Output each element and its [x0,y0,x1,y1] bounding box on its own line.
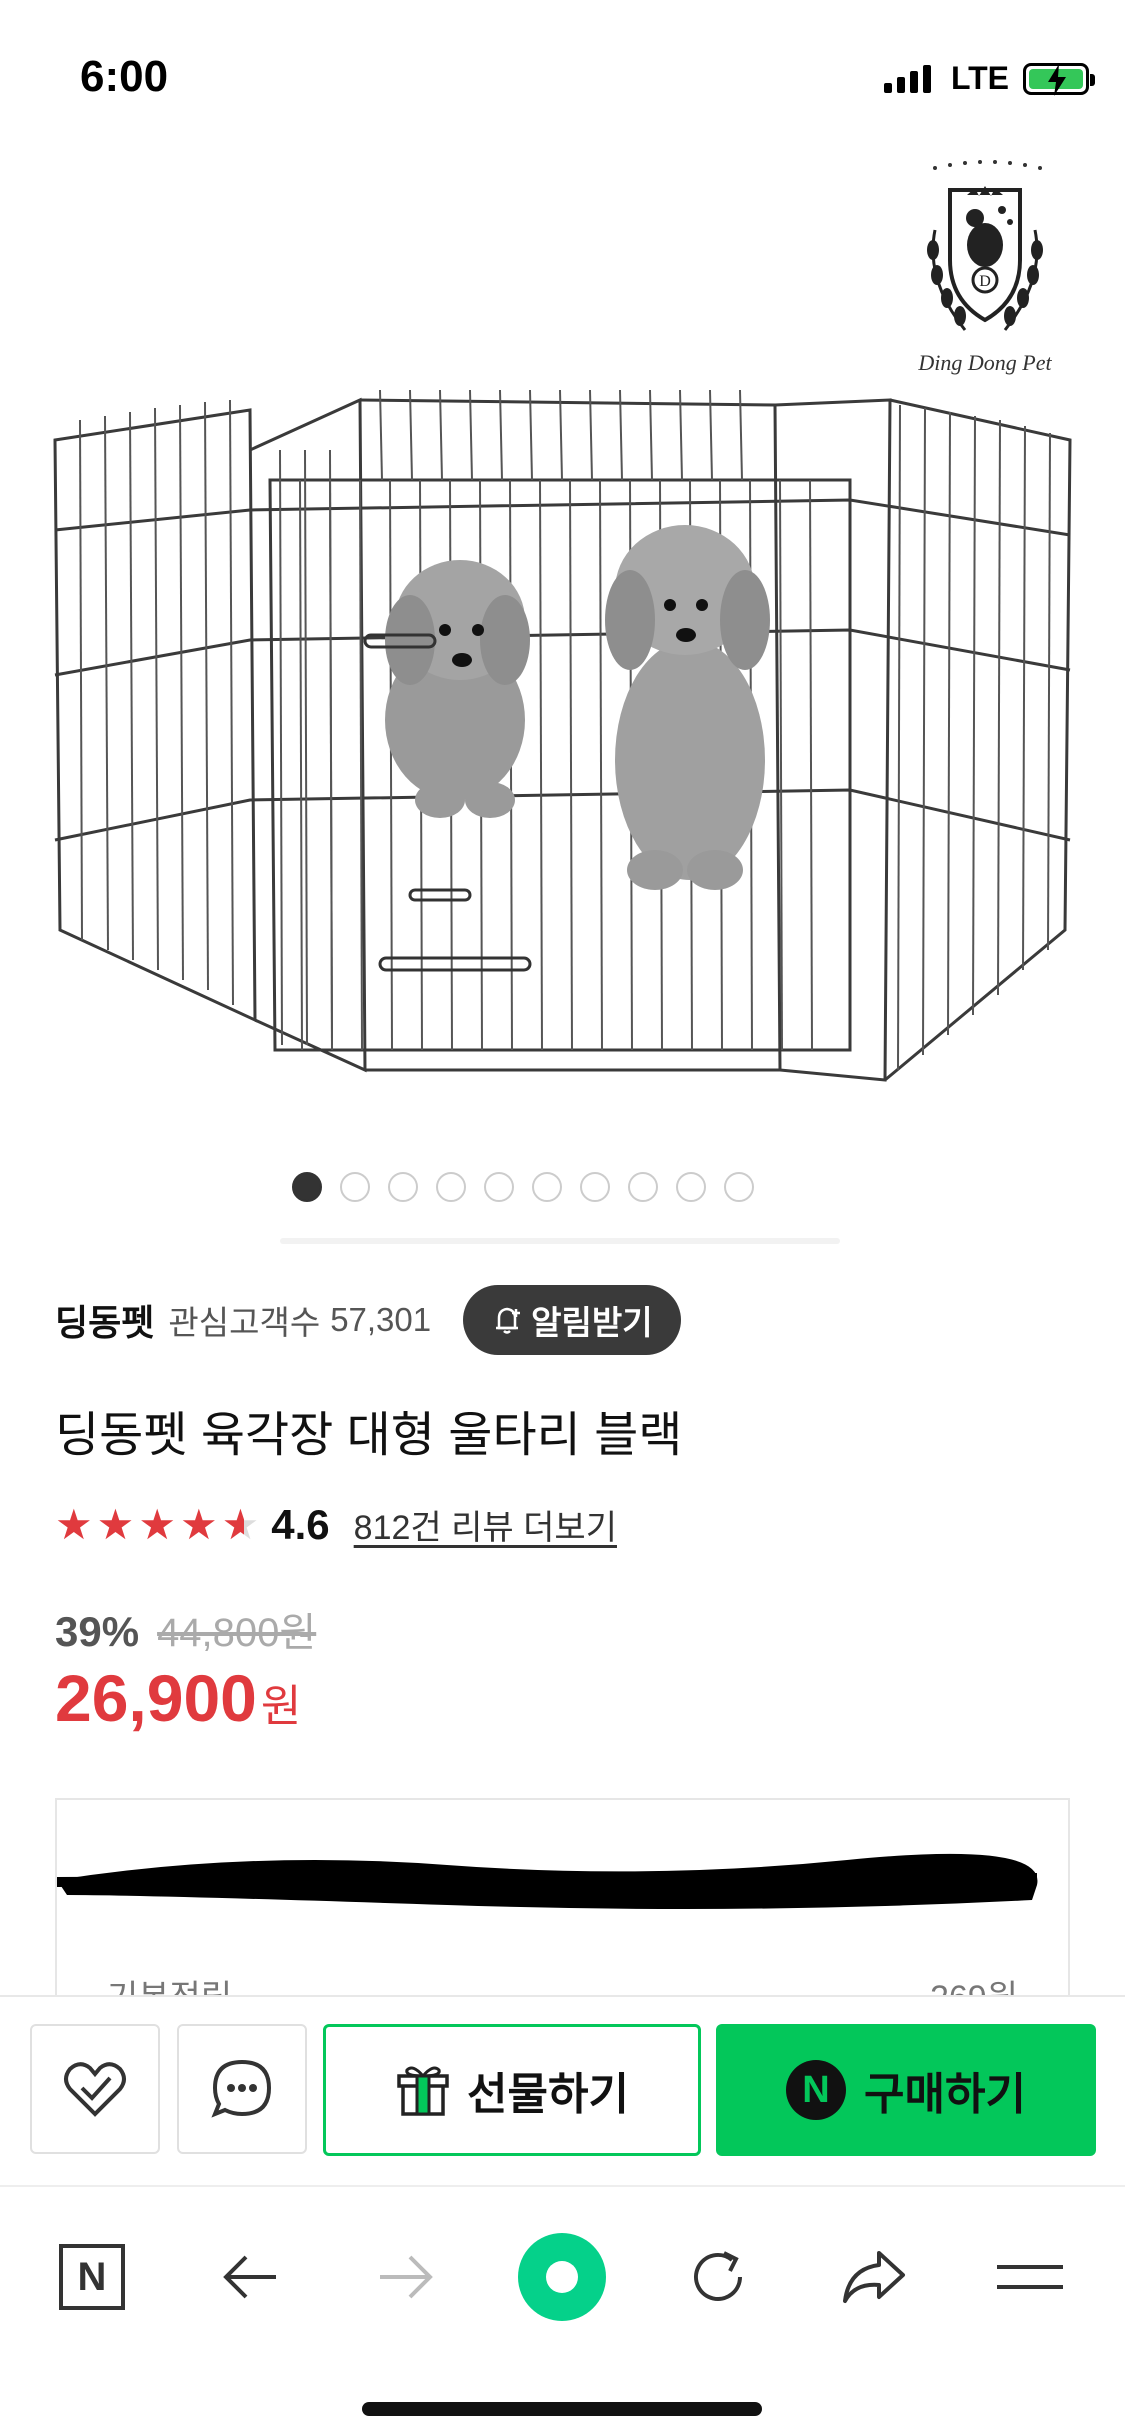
home-indicator [362,2402,762,2416]
share-icon [843,2251,905,2303]
star-icon: ★ [55,1500,93,1548]
carousel-dot[interactable] [579,1172,610,1202]
forward-arrow-icon [380,2255,433,2299]
back-arrow-icon [223,2255,276,2299]
followers-label: 관심고객수 [168,1304,321,1341]
price-unit: 원 [260,1682,302,1731]
pen-illustration [53,389,1072,1082]
points-value: 269원 [929,1979,1018,1998]
back-button[interactable] [200,2227,300,2327]
poodle-left [385,560,530,818]
notify-button[interactable]: 알림받기 [463,1285,681,1355]
naver-pay-badge: N [786,2060,847,2120]
notify-label: 알림받기 [531,1304,653,1341]
discount-row: 39% 44,800원 [55,1600,316,1658]
star-icon: ★ [179,1500,218,1548]
points-label: 기본적립 [107,1979,233,1998]
share-button[interactable] [824,2227,924,2327]
rating-stars: ★ ★ ★ ★ ★ [55,1500,260,1548]
buy-label: 구매하기 [864,2070,1026,2119]
carousel-dot[interactable] [531,1172,562,1202]
forward-button[interactable] [356,2227,456,2327]
green-dot-button[interactable] [512,2227,612,2327]
gift-label: 선물하기 [467,2070,629,2119]
followers-count: 57,301 [330,1301,432,1338]
discount-percent: 39% [55,1608,140,1655]
carousel-dot[interactable] [483,1172,514,1202]
naver-home-button[interactable]: N [42,2227,142,2327]
home-badge: N [78,2255,107,2299]
star-icon: ★ [138,1500,176,1548]
rating-value: 4.6 [271,1500,330,1548]
signal-icon [883,64,931,93]
carousel-dot[interactable] [435,1172,466,1202]
heart-check-icon [64,2062,126,2117]
poodle-right [605,525,770,890]
benefit-box: 기본적립 269원 [55,1798,1070,1998]
status-time: 6:00 [80,52,169,101]
refresh-icon [694,2251,742,2301]
carousel-dot[interactable] [675,1172,706,1202]
product-image[interactable]: D Ding Dong Pet [0,150,1125,1110]
carousel-dot[interactable] [387,1172,418,1202]
bell-plus-icon [496,1307,521,1334]
rating-row: ★ ★ ★ ★ ★ 4.6 812건 리뷰 더보기 [55,1500,617,1549]
menu-button[interactable] [980,2227,1080,2327]
redaction-scribble [57,1853,1038,1909]
refresh-button[interactable] [668,2227,768,2327]
network-type: LTE [950,60,1009,96]
gift-button[interactable]: 선물하기 [323,2024,701,2156]
buy-button[interactable]: N 구매하기 [716,2024,1096,2156]
gift-icon [397,2066,449,2116]
chat-button[interactable] [177,2024,307,2154]
carousel-dot[interactable] [291,1172,322,1202]
half-star-icon: ★ [221,1500,260,1548]
browser-toolbar: N [0,2185,1125,2436]
store-row: 딩동펫 관심고객수 57,301 알림받기 [55,1285,681,1355]
carousel-dot[interactable] [627,1172,658,1202]
store-name[interactable]: 딩동펫 [55,1294,154,1346]
carousel-pagination [0,1172,1125,1202]
purchase-action-bar: 선물하기 N 구매하기 [0,1995,1125,2185]
carousel-dot[interactable] [723,1172,754,1202]
divider [280,1238,840,1244]
original-price: 44,800원 [157,1611,317,1655]
star-icon: ★ [96,1500,135,1548]
wishlist-button[interactable] [30,2024,160,2154]
menu-icon [997,2265,1063,2289]
status-bar: 6:00 LTE [0,0,1125,150]
points-row: 기본적립 269원 [107,1970,1018,1998]
review-link[interactable]: 812건 리뷰 더보기 [354,1500,617,1549]
sale-price: 26,900 [55,1661,257,1735]
chat-bubble-icon [211,2059,272,2118]
product-title: 딩동펫 육각장 대형 울타리 블랙 [55,1409,683,1462]
green-dot-icon [518,2233,606,2321]
battery-icon [1023,62,1095,96]
price-row: 26,900 원 [55,1660,301,1736]
carousel-dot[interactable] [339,1172,370,1202]
naver-home-icon: N [59,2244,125,2310]
status-indicators: LTE [883,60,1095,97]
